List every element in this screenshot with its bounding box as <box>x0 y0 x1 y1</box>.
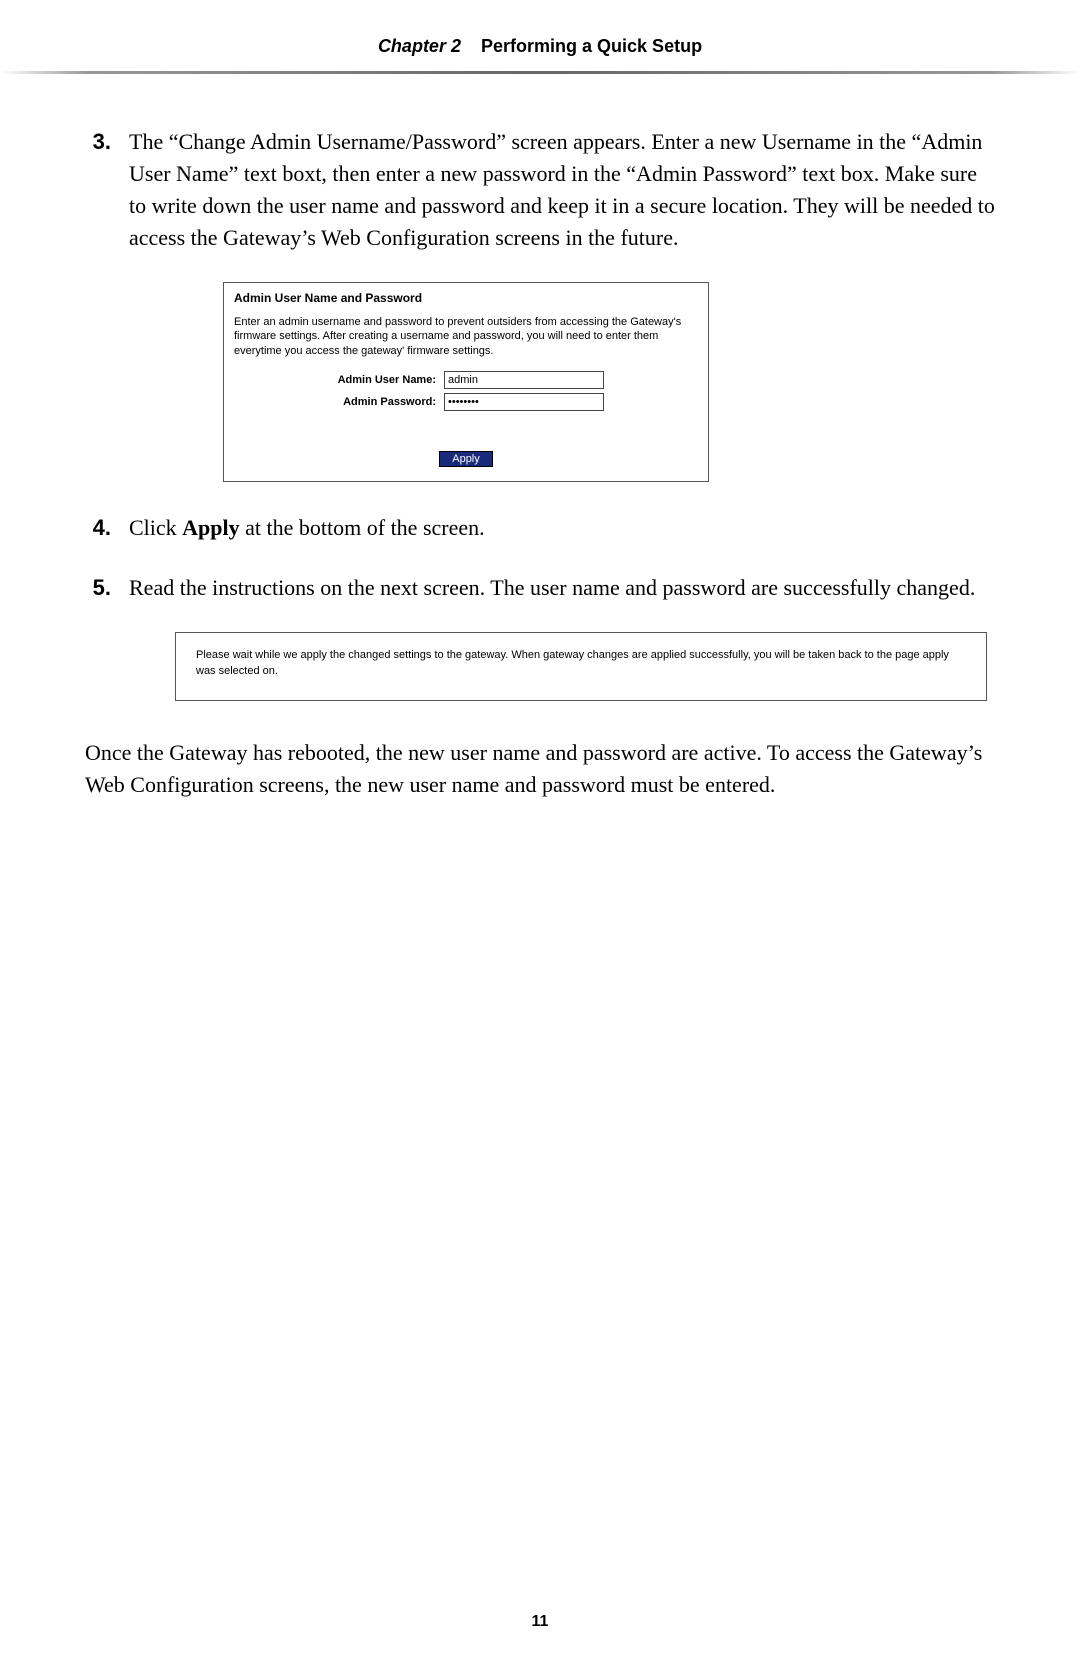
chapter-prefix: Chapter 2 <box>378 36 461 56</box>
apply-button[interactable]: Apply <box>439 451 493 467</box>
step-5: 5. Read the instructions on the next scr… <box>85 572 995 604</box>
panel-title: Admin User Name and Password <box>224 283 708 309</box>
password-label: Admin Password: <box>234 396 444 408</box>
closing-paragraph: Once the Gateway has rebooted, the new u… <box>85 737 995 801</box>
step4-pre: Click <box>129 515 182 540</box>
steps-list-cont: 4. Click Apply at the bottom of the scre… <box>85 512 995 604</box>
please-wait-text: Please wait while we apply the changed s… <box>196 647 966 680</box>
page-number: 11 <box>0 1613 1080 1631</box>
page-content: 3. The “Change Admin Username/Password” … <box>0 74 1080 801</box>
step-3: 3. The “Change Admin Username/Password” … <box>85 126 995 254</box>
admin-credentials-panel: Admin User Name and Password Enter an ad… <box>223 282 709 483</box>
step4-post: at the bottom of the screen. <box>240 515 485 540</box>
admin-username-input[interactable] <box>444 371 604 389</box>
step-body: The “Change Admin Username/Password” scr… <box>129 126 995 254</box>
page-header: Chapter 2 Performing a Quick Setup <box>0 0 1080 69</box>
step-body: Click Apply at the bottom of the screen. <box>129 512 995 544</box>
username-label: Admin User Name: <box>234 374 444 386</box>
panel-description: Enter an admin username and password to … <box>224 309 708 372</box>
apply-row: Apply <box>224 421 708 481</box>
step-4: 4. Click Apply at the bottom of the scre… <box>85 512 995 544</box>
step4-bold: Apply <box>182 515 239 540</box>
step-number: 5. <box>85 572 129 604</box>
username-row: Admin User Name: <box>234 371 698 389</box>
steps-list: 3. The “Change Admin Username/Password” … <box>85 126 995 254</box>
please-wait-panel: Please wait while we apply the changed s… <box>175 632 987 701</box>
password-row: Admin Password: <box>234 393 698 411</box>
chapter-title: Performing a Quick Setup <box>481 36 702 56</box>
step-number: 3. <box>85 126 129 254</box>
admin-password-input[interactable] <box>444 393 604 411</box>
step-body: Read the instructions on the next screen… <box>129 572 995 604</box>
step-number: 4. <box>85 512 129 544</box>
panel-form: Admin User Name: Admin Password: <box>224 371 708 421</box>
